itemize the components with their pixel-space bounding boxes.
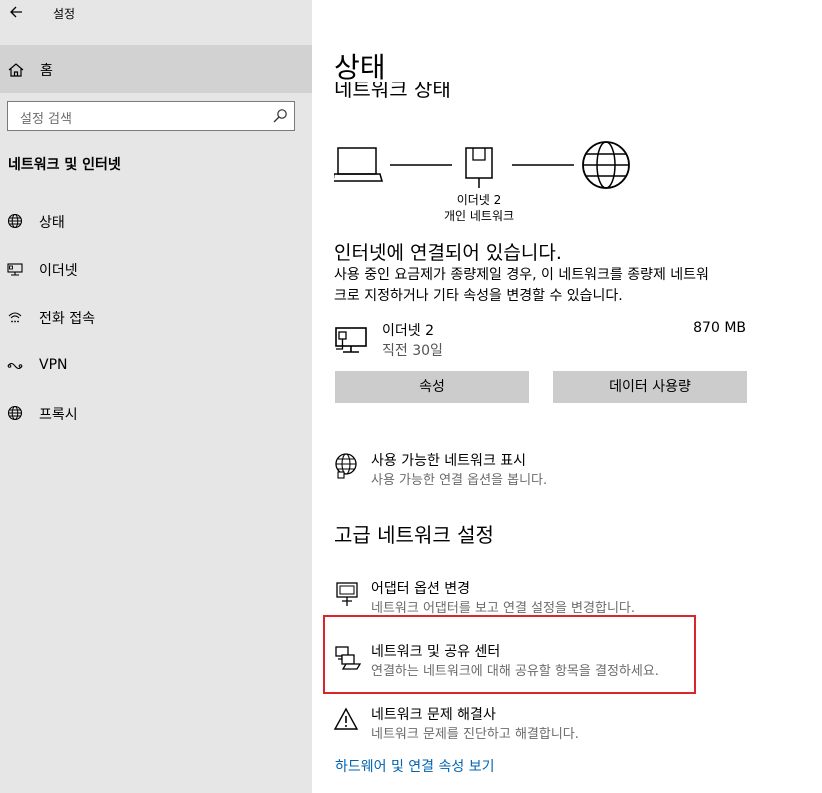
sidebar-home[interactable]: 홈: [0, 45, 312, 93]
app-title: 설정: [53, 7, 76, 21]
page-title: 상태: [334, 51, 386, 84]
sidebar-item-label: 이더넷: [39, 263, 78, 279]
home-label: 홈: [40, 63, 53, 79]
network-type-label: 개인 네트워크: [443, 209, 515, 223]
search-icon: [273, 109, 287, 123]
ethernet-monitor-icon: [335, 327, 367, 353]
dialup-icon: [8, 312, 22, 323]
adapter-options-link[interactable]: 어댑터 옵션 변경 네트워크 어댑터를 보고 연결 설정을 변경합니다.: [334, 578, 774, 618]
usage-period: 직전 30일: [382, 343, 443, 359]
back-button[interactable]: [5, 2, 27, 24]
sidebar-item-vpn[interactable]: VPN: [0, 349, 312, 383]
show-networks-subtitle: 사용 가능한 연결 옵션을 봅니다.: [371, 473, 548, 488]
vpn-icon: [7, 362, 23, 370]
properties-button[interactable]: 속성: [335, 371, 529, 403]
adapter-name-label: 이더넷 2: [456, 193, 502, 207]
show-networks-title: 사용 가능한 네트워크 표시: [371, 453, 527, 469]
sidebar: 설정 홈 설정 검색 네트워크 및 인터넷 상태 이더넷 전화 접속 VPN 프…: [0, 0, 312, 793]
data-usage-button[interactable]: 데이터 사용량: [553, 371, 747, 403]
back-arrow-icon: [10, 6, 22, 18]
home-icon: [8, 63, 24, 77]
troubleshooter-title: 네트워크 문제 해결사: [371, 707, 496, 723]
sharing-center-subtitle: 연결하는 네트워크에 대해 공유할 항목을 결정하세요.: [371, 664, 659, 679]
globe-icon: [7, 213, 23, 229]
metered-description: 사용 중인 요금제가 종량제일 경우, 이 네트워크를 종량제 네트워 크로 지…: [334, 265, 754, 307]
show-networks-link[interactable]: 사용 가능한 네트워크 표시 사용 가능한 연결 옵션을 봅니다.: [334, 450, 774, 490]
troubleshooter-subtitle: 네트워크 문제를 진단하고 해결합니다.: [371, 727, 579, 742]
search-placeholder: 설정 검색: [20, 112, 72, 127]
network-usage-row: 이더넷 2 직전 30일 870 MB: [334, 320, 752, 366]
adapter-options-title: 어댑터 옵션 변경: [371, 581, 471, 597]
laptop-icon: [334, 147, 383, 182]
description-line: 사용 중인 요금제가 종량제일 경우, 이 네트워크를 종량제 네트워: [334, 267, 709, 283]
data-usage-amount: 870 MB: [693, 320, 746, 336]
adapter-options-subtitle: 네트워크 어댑터를 보고 연결 설정을 변경합니다.: [371, 601, 635, 616]
diagram-graphic: [334, 141, 630, 189]
network-adapter-icon: [336, 582, 358, 606]
sidebar-item-label: VPN: [39, 357, 68, 373]
warning-icon: [334, 707, 359, 730]
advanced-settings-heading: 고급 네트워크 설정: [334, 523, 494, 547]
network-diagram: 이더넷 2 개인 네트워크: [334, 138, 644, 228]
globe-network-icon: [335, 453, 357, 479]
ethernet-monitor-icon: [7, 263, 23, 276]
troubleshooter-link[interactable]: 네트워크 문제 해결사 네트워크 문제를 진단하고 해결합니다.: [334, 704, 774, 744]
title-bar: 설정: [0, 0, 312, 30]
sharing-center-title: 네트워크 및 공유 센터: [371, 644, 501, 660]
search-input[interactable]: 설정 검색: [7, 101, 295, 131]
sidebar-item-label: 상태: [39, 215, 65, 231]
ethernet-port-icon: [465, 147, 493, 188]
network-status-heading: 네트워크 상태: [334, 82, 634, 104]
sidebar-item-label: 전화 접속: [39, 311, 95, 327]
sidebar-item-status[interactable]: 상태: [0, 204, 312, 238]
sidebar-item-dialup[interactable]: 전화 접속: [0, 300, 312, 334]
sharing-center-link[interactable]: 네트워크 및 공유 센터 연결하는 네트워크에 대해 공유할 항목을 결정하세요…: [334, 641, 774, 681]
sharing-center-icon: [335, 646, 362, 670]
connection-status: 인터넷에 연결되어 있습니다.: [334, 242, 562, 264]
sidebar-item-ethernet[interactable]: 이더넷: [0, 252, 312, 286]
sidebar-item-proxy[interactable]: 프록시: [0, 396, 312, 430]
main-content: 상태 네트워크 상태 이더넷 2 개인 네트워크 인터넷에 연결되어 있습니다.…: [312, 0, 822, 793]
hardware-properties-link[interactable]: 하드웨어 및 연결 속성 보기: [335, 756, 494, 776]
network-status-heading-text: 네트워크 상태: [334, 82, 451, 101]
network-name: 이더넷 2: [382, 323, 434, 339]
sidebar-item-label: 프록시: [39, 407, 78, 423]
internet-globe-icon: [582, 141, 630, 189]
globe-icon: [7, 405, 23, 421]
section-title: 네트워크 및 인터넷: [8, 157, 121, 173]
description-line: 크로 지정하거나 기타 속성을 변경할 수 있습니다.: [334, 288, 623, 304]
